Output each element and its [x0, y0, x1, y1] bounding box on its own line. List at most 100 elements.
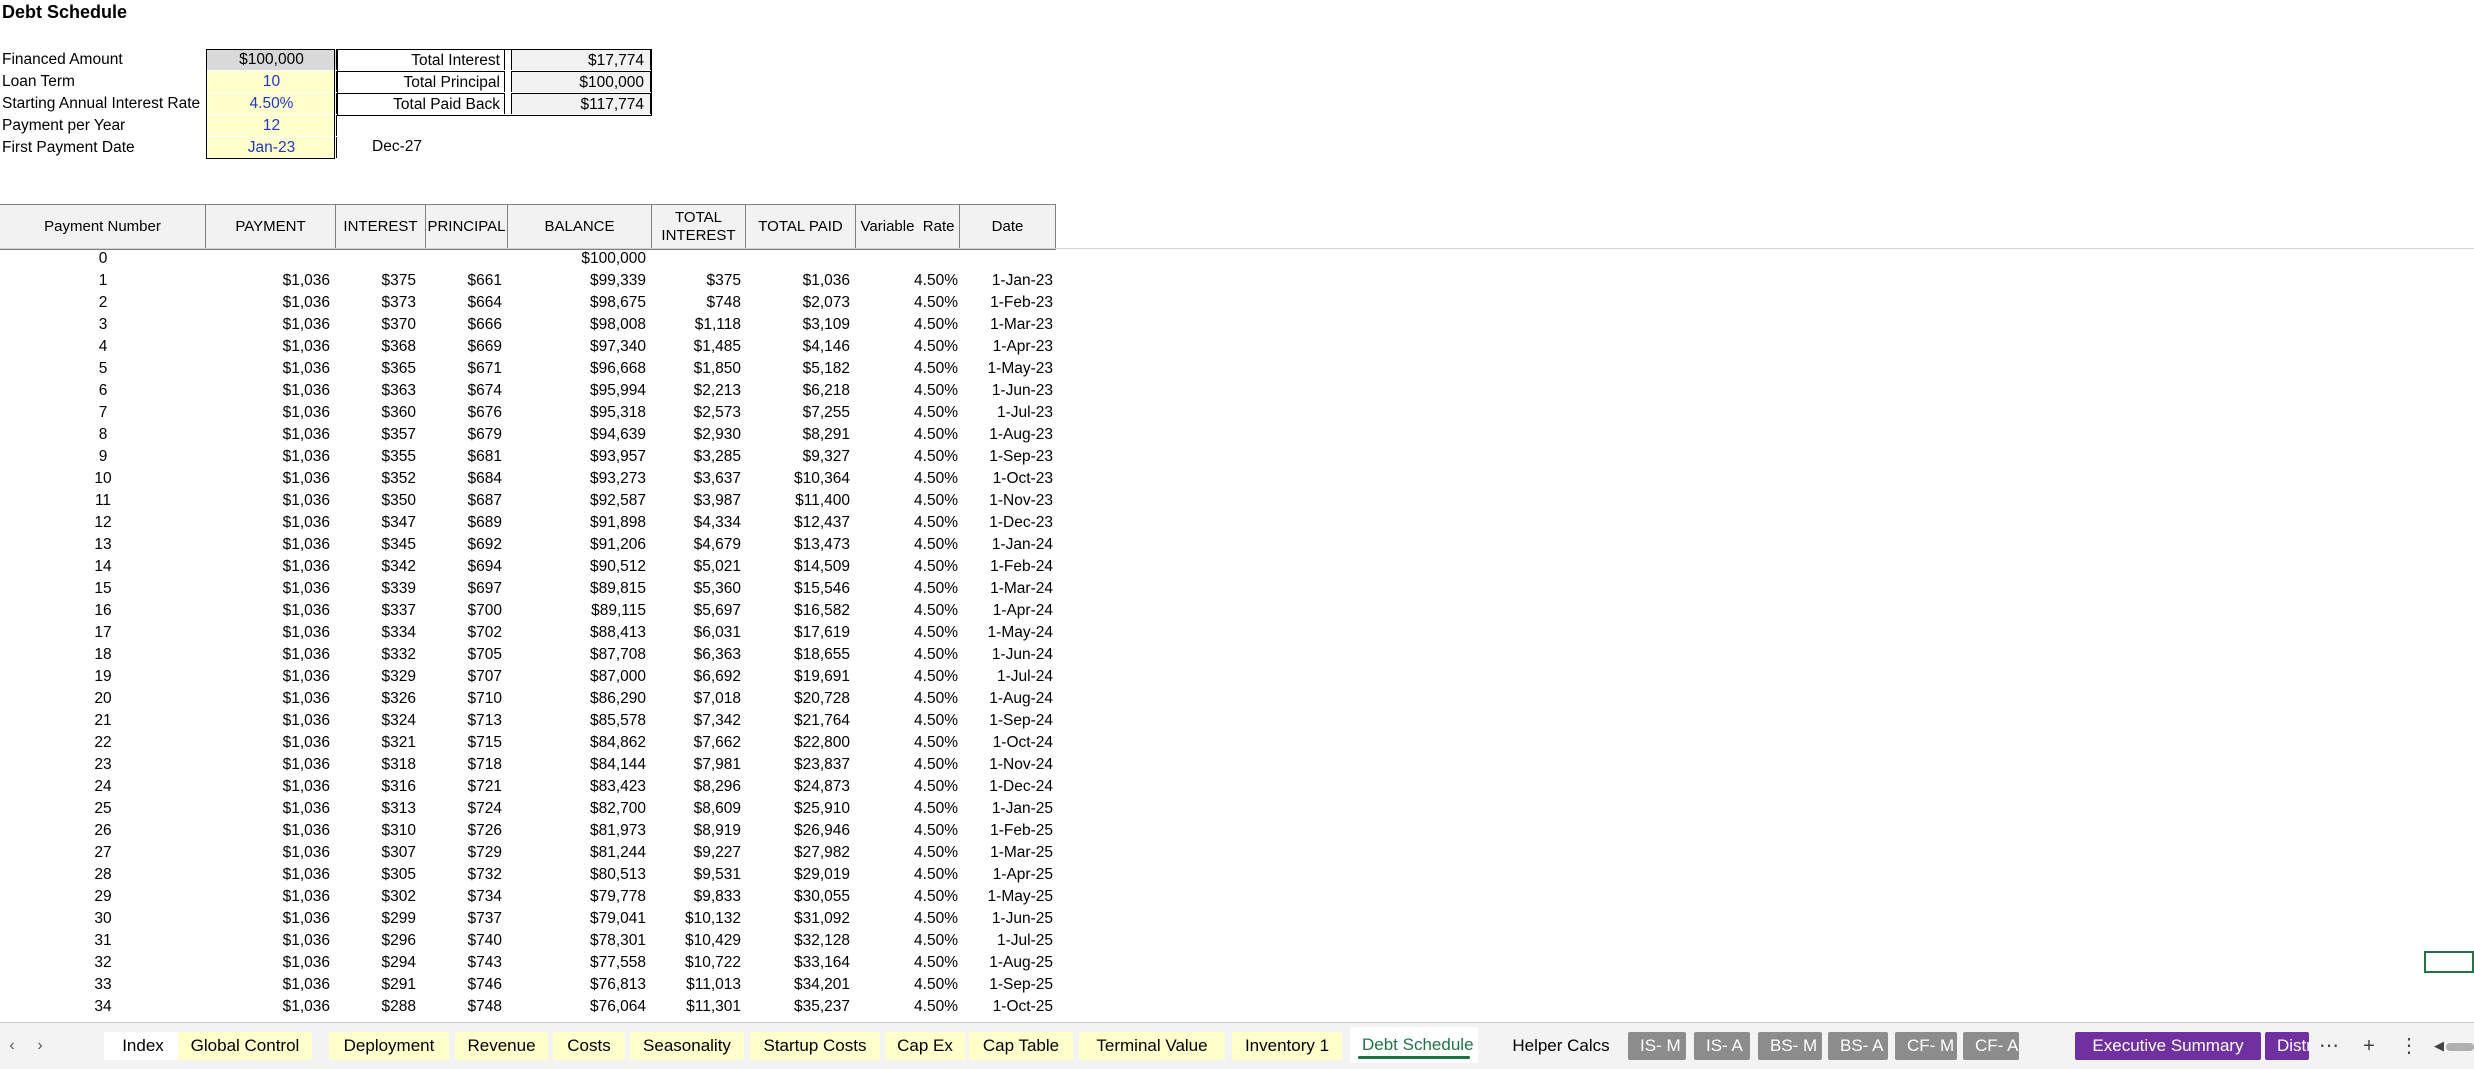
options-icon[interactable]: ⋮: [2394, 1023, 2424, 1069]
table-cell[interactable]: 1-Jan-25: [960, 798, 1053, 820]
table-cell[interactable]: $2,930: [652, 424, 741, 446]
table-cell[interactable]: $15,546: [746, 578, 850, 600]
table-cell[interactable]: $76,813: [508, 974, 646, 996]
table-cell[interactable]: $375: [652, 270, 741, 292]
table-cell[interactable]: 10: [0, 468, 206, 490]
table-cell[interactable]: $737: [426, 908, 502, 930]
table-cell[interactable]: $326: [336, 688, 416, 710]
table-cell[interactable]: 4.50%: [856, 402, 958, 424]
table-cell[interactable]: $5,182: [746, 358, 850, 380]
table-cell[interactable]: $743: [426, 952, 502, 974]
table-cell[interactable]: 1-Jun-24: [960, 644, 1053, 666]
table-cell[interactable]: $89,115: [508, 600, 646, 622]
table-cell[interactable]: $79,041: [508, 908, 646, 930]
table-cell[interactable]: $702: [426, 622, 502, 644]
table-cell[interactable]: $299: [336, 908, 416, 930]
table-cell[interactable]: 4.50%: [856, 666, 958, 688]
table-cell[interactable]: 22: [0, 732, 206, 754]
table-cell[interactable]: $1,036: [206, 358, 330, 380]
column-header[interactable]: INTEREST: [336, 205, 426, 249]
table-cell[interactable]: 4.50%: [856, 754, 958, 776]
table-cell[interactable]: $95,994: [508, 380, 646, 402]
table-cell[interactable]: $674: [426, 380, 502, 402]
table-cell[interactable]: $676: [426, 402, 502, 424]
table-cell[interactable]: $285: [336, 1018, 416, 1020]
table-cell[interactable]: $684: [426, 468, 502, 490]
sheet-tab-startup-costs[interactable]: Startup Costs: [750, 1032, 880, 1060]
total-principal-value[interactable]: $100,000: [511, 71, 651, 92]
table-cell[interactable]: 29: [0, 886, 206, 908]
table-cell[interactable]: 4.50%: [856, 380, 958, 402]
table-cell[interactable]: $36,273: [746, 1018, 850, 1020]
table-cell[interactable]: 4.50%: [856, 886, 958, 908]
table-cell[interactable]: 8: [0, 424, 206, 446]
table-cell[interactable]: 24: [0, 776, 206, 798]
table-cell[interactable]: $76,064: [508, 996, 646, 1018]
table-cell[interactable]: $4,146: [746, 336, 850, 358]
end-date-cell[interactable]: Dec-27: [372, 138, 422, 156]
table-cell[interactable]: $78,301: [508, 930, 646, 952]
table-cell[interactable]: $25,910: [746, 798, 850, 820]
table-cell[interactable]: 1-Jul-23: [960, 402, 1053, 424]
table-cell[interactable]: 1-Jan-24: [960, 534, 1053, 556]
table-cell[interactable]: $1,036: [206, 710, 330, 732]
table-cell[interactable]: $100,000: [508, 248, 646, 270]
table-cell[interactable]: 1-Sep-24: [960, 710, 1053, 732]
table-cell[interactable]: $740: [426, 930, 502, 952]
table-cell[interactable]: $18,655: [746, 644, 850, 666]
column-header[interactable]: Payment Number: [0, 205, 206, 249]
table-cell[interactable]: 18: [0, 644, 206, 666]
table-cell[interactable]: 4.50%: [856, 490, 958, 512]
table-cell[interactable]: 1-Sep-23: [960, 446, 1053, 468]
table-cell[interactable]: $2,213: [652, 380, 741, 402]
table-cell[interactable]: $350: [336, 490, 416, 512]
table-cell[interactable]: 33: [0, 974, 206, 996]
sheet-tab-costs[interactable]: Costs: [553, 1032, 625, 1060]
table-cell[interactable]: 4: [0, 336, 206, 358]
table-cell[interactable]: $710: [426, 688, 502, 710]
table-cell[interactable]: 13: [0, 534, 206, 556]
table-cell[interactable]: $1,036: [206, 446, 330, 468]
table-cell[interactable]: $294: [336, 952, 416, 974]
table-cell[interactable]: $307: [336, 842, 416, 864]
table-cell[interactable]: 4.50%: [856, 820, 958, 842]
table-cell[interactable]: $77,558: [508, 952, 646, 974]
sheet-tab-terminal-value[interactable]: Terminal Value: [1079, 1032, 1225, 1060]
table-cell[interactable]: 11: [0, 490, 206, 512]
table-cell[interactable]: $82,700: [508, 798, 646, 820]
column-header[interactable]: PRINCIPAL: [426, 205, 508, 249]
sheet-tab-is-a[interactable]: IS- A: [1694, 1032, 1750, 1060]
table-cell[interactable]: $7,981: [652, 754, 741, 776]
table-cell[interactable]: $751: [426, 1018, 502, 1020]
table-cell[interactable]: $713: [426, 710, 502, 732]
table-cell[interactable]: $700: [426, 600, 502, 622]
table-cell[interactable]: $332: [336, 644, 416, 666]
sheet-tab-index[interactable]: Index: [104, 1032, 182, 1060]
table-cell[interactable]: 1-Apr-24: [960, 600, 1053, 622]
table-cell[interactable]: $718: [426, 754, 502, 776]
prev-sheet-icon[interactable]: ‹: [0, 1023, 24, 1069]
table-cell[interactable]: $6,031: [652, 622, 741, 644]
table-cell[interactable]: $679: [426, 424, 502, 446]
table-cell[interactable]: $75,313: [508, 1018, 646, 1020]
table-cell[interactable]: $9,227: [652, 842, 741, 864]
sheet-tab-seasonality[interactable]: Seasonality: [630, 1032, 744, 1060]
sheet-tab-revenue[interactable]: Revenue: [455, 1032, 548, 1060]
table-cell[interactable]: $1,036: [746, 270, 850, 292]
table-cell[interactable]: 1-Dec-24: [960, 776, 1053, 798]
table-cell[interactable]: $370: [336, 314, 416, 336]
table-cell[interactable]: $375: [336, 270, 416, 292]
table-cell[interactable]: $734: [426, 886, 502, 908]
sheet-tab-deployment[interactable]: Deployment: [329, 1032, 449, 1060]
table-cell[interactable]: 4.50%: [856, 864, 958, 886]
table-cell[interactable]: 4.50%: [856, 270, 958, 292]
table-cell[interactable]: $2,573: [652, 402, 741, 424]
sheet-tab-executive-summary[interactable]: Executive Summary: [2075, 1032, 2261, 1060]
sheet-tab-bs-a[interactable]: BS- A: [1828, 1032, 1888, 1060]
table-cell[interactable]: $1,036: [206, 402, 330, 424]
table-cell[interactable]: 4.50%: [856, 292, 958, 314]
table-cell[interactable]: $86,290: [508, 688, 646, 710]
table-cell[interactable]: $1,036: [206, 270, 330, 292]
total-paid-back-value[interactable]: $117,774: [511, 93, 651, 114]
sheet-tab-helper-calcs[interactable]: Helper Calcs: [1495, 1032, 1627, 1060]
